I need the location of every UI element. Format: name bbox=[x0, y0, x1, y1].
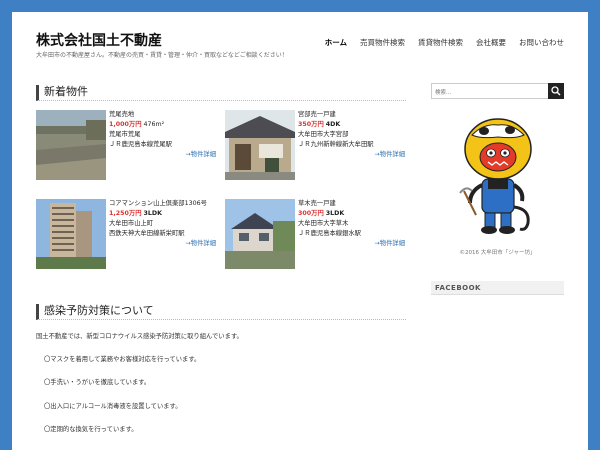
covid-point: 〇マスクを着用して業務やお客様対応を行っています。 bbox=[44, 356, 201, 363]
nav-item-sale-search[interactable]: 売買物件検索 bbox=[360, 37, 405, 48]
listing-info: 草木売一戸建 300万円 3LDK 大牟田市大字草木 ＪＲ鹿児島本線銀水駅 →物… bbox=[298, 199, 405, 249]
listing-spec: 4DK bbox=[325, 121, 341, 128]
listing-price: 1,000万円 bbox=[109, 121, 142, 128]
new-listings-heading: 新着物件 bbox=[36, 85, 406, 101]
listing-price: 1,250万円 bbox=[109, 210, 142, 217]
site-tagline: 大牟田市の不動産屋さん。不動産の売買・賃貸・管理・仲介・買取などなどご相談くださ… bbox=[36, 52, 288, 59]
search-input[interactable] bbox=[431, 83, 549, 99]
listing-station: ＪＲ鹿児島本線銀水駅 bbox=[298, 230, 361, 237]
listing-detail-link[interactable]: →物件詳細 bbox=[298, 239, 405, 249]
listing-station: ＪＲ鹿児島本線荒尾駅 bbox=[109, 141, 172, 148]
listing-spec: 476m² bbox=[143, 121, 165, 128]
site-title[interactable]: 株式会社国土不動産 bbox=[36, 30, 162, 50]
listing-name[interactable]: 宮部売一戸建 bbox=[298, 110, 405, 120]
nav-item-contact[interactable]: お問い合わせ bbox=[519, 37, 564, 48]
page-frame: 株式会社国土不動産 大牟田市の不動産屋さん。不動産の売買・賃貸・管理・仲介・買取… bbox=[12, 12, 588, 450]
listing-photo[interactable] bbox=[225, 110, 295, 180]
listing-spec: 3LDK bbox=[143, 210, 163, 217]
listing-station: ＪＲ九州新幹線新大牟田駅 bbox=[298, 141, 374, 148]
listing-detail-link[interactable]: →物件詳細 bbox=[109, 239, 216, 249]
listing-photo[interactable] bbox=[36, 110, 106, 180]
listing-address: 大牟田市山上町 bbox=[109, 220, 154, 227]
listing-card: 草木売一戸建 300万円 3LDK 大牟田市大字草木 ＪＲ鹿児島本線銀水駅 →物… bbox=[225, 199, 405, 271]
facebook-heading: FACEBOOK bbox=[431, 281, 564, 295]
nav-item-rental-search[interactable]: 賃貸物件検索 bbox=[418, 37, 463, 48]
listing-detail-link[interactable]: →物件詳細 bbox=[109, 150, 216, 160]
mascot-image bbox=[458, 117, 538, 242]
covid-point: 〇手洗い・うがいを徹底しています。 bbox=[44, 379, 151, 386]
listing-card: 荒尾売地 1,000万円 476m² 荒尾市荒尾 ＪＲ鹿児島本線荒尾駅 →物件詳… bbox=[36, 110, 216, 182]
listing-address: 大牟田市大字宮部 bbox=[298, 131, 349, 138]
listing-name[interactable]: 草木売一戸建 bbox=[298, 199, 405, 209]
mascot-caption: ©2016 大牟田市「ジャー坊」 bbox=[459, 250, 536, 256]
listing-info: 荒尾売地 1,000万円 476m² 荒尾市荒尾 ＪＲ鹿児島本線荒尾駅 →物件詳… bbox=[109, 110, 216, 160]
nav-item-home[interactable]: ホーム bbox=[325, 37, 347, 48]
listing-name[interactable]: コアマンション山上倶楽部1306号 bbox=[109, 199, 216, 209]
listing-card: 宮部売一戸建 350万円 4DK 大牟田市大字宮部 ＪＲ九州新幹線新大牟田駅 →… bbox=[225, 110, 405, 182]
covid-point: 〇出入口にアルコール消毒液を設置しています。 bbox=[44, 403, 182, 410]
nav-item-company[interactable]: 会社概要 bbox=[476, 37, 506, 48]
search-button[interactable] bbox=[548, 83, 564, 99]
listing-price: 350万円 bbox=[298, 121, 324, 128]
listing-station: 西鉄天神大牟田線新栄町駅 bbox=[109, 230, 185, 237]
listing-address: 荒尾市荒尾 bbox=[109, 131, 141, 138]
search-icon bbox=[551, 86, 561, 96]
listing-photo[interactable] bbox=[36, 199, 106, 269]
listing-price: 300万円 bbox=[298, 210, 324, 217]
listing-photo[interactable] bbox=[225, 199, 295, 269]
listing-info: 宮部売一戸建 350万円 4DK 大牟田市大字宮部 ＪＲ九州新幹線新大牟田駅 →… bbox=[298, 110, 405, 160]
covid-heading: 感染予防対策について bbox=[36, 304, 406, 320]
listing-info: コアマンション山上倶楽部1306号 1,250万円 3LDK 大牟田市山上町 西… bbox=[109, 199, 216, 249]
covid-point: 〇定期的な換気を行っています。 bbox=[44, 426, 138, 433]
listing-name[interactable]: 荒尾売地 bbox=[109, 110, 216, 120]
covid-intro: 国土不動産では、新型コロナウイルス感染予防対策に取り組んでいます。 bbox=[36, 333, 243, 340]
listing-detail-link[interactable]: →物件詳細 bbox=[298, 150, 405, 160]
listing-address: 大牟田市大字草木 bbox=[298, 220, 349, 227]
listing-spec: 3LDK bbox=[325, 210, 345, 217]
listing-card: コアマンション山上倶楽部1306号 1,250万円 3LDK 大牟田市山上町 西… bbox=[36, 199, 216, 271]
main-nav: ホーム 売買物件検索 賃貸物件検索 会社概要 お問い合わせ bbox=[325, 37, 564, 48]
